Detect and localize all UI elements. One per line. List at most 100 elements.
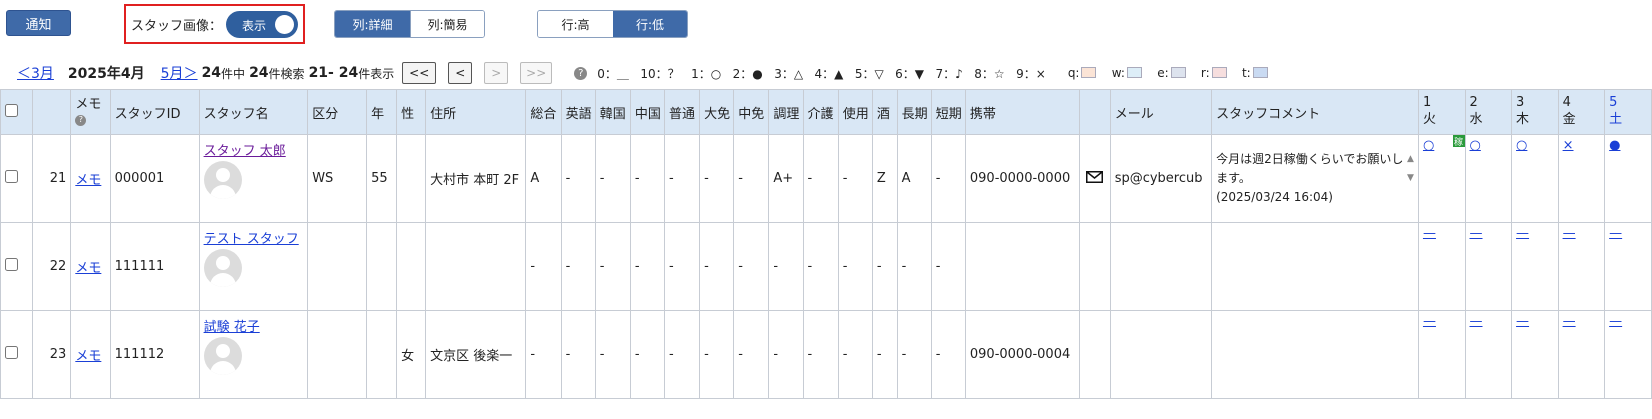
column-simple-button[interactable]: 列:簡易 [409, 11, 484, 37]
address: 文京区 後楽一 [425, 310, 527, 399]
memo-link[interactable]: メモ [75, 349, 101, 364]
memo-link[interactable]: メモ [75, 173, 101, 188]
day-status[interactable]: — [1563, 314, 1576, 329]
skill-value: - [594, 222, 631, 311]
skill-header: 調理 [768, 89, 804, 135]
skill-header: 介護 [802, 89, 839, 135]
day-cell[interactable]: × [1557, 134, 1606, 223]
skill-value: - [802, 134, 839, 223]
day-cell[interactable]: — [1511, 310, 1559, 399]
day-header-saturday: 5土 [1604, 89, 1652, 135]
memo-link[interactable]: メモ [75, 261, 101, 276]
mail [1109, 310, 1213, 399]
skill-value: - [837, 222, 873, 311]
day-status[interactable]: — [1470, 226, 1483, 241]
first-page-button[interactable]: << [402, 62, 437, 84]
day-status[interactable]: — [1470, 314, 1483, 329]
work-flag-icon: 稼 [1452, 135, 1465, 148]
skill-value: - [802, 222, 839, 311]
comment-scrollbar[interactable]: ▲ ▼ [1407, 150, 1414, 183]
day-status[interactable]: — [1563, 226, 1576, 241]
day-cell[interactable]: — [1417, 310, 1466, 399]
skill-value: - [896, 222, 932, 311]
mail-icon-header [1078, 89, 1111, 135]
day-status[interactable]: ● [1609, 138, 1620, 153]
skill-value: - [768, 310, 804, 399]
skill-value: - [663, 310, 701, 399]
help-icon[interactable]: ? [574, 66, 588, 80]
skill-value: - [930, 134, 966, 223]
row-select-cell [0, 310, 34, 399]
staff-image-toggle[interactable]: 表示 [226, 10, 299, 38]
comment-date: (2025/03/24 16:04) [1216, 190, 1333, 204]
row-checkbox[interactable] [5, 170, 18, 183]
day-status[interactable]: ○ [1423, 138, 1434, 153]
select-all-checkbox[interactable] [5, 103, 18, 117]
day-cell[interactable]: — [1557, 222, 1606, 311]
mail-header: メール [1109, 89, 1213, 135]
row-high-button[interactable]: 行:高 [538, 11, 613, 37]
color-legend-item: e: [1157, 66, 1186, 80]
day-status[interactable]: ○ [1516, 138, 1527, 153]
day-cell[interactable]: — [1604, 310, 1652, 399]
day-status[interactable]: — [1609, 226, 1622, 241]
legend-item: 10：？ [640, 66, 680, 81]
day-status[interactable]: — [1609, 314, 1622, 329]
day-cell[interactable]: ○ 稼 [1417, 134, 1466, 223]
next-month-link[interactable]: 5月＞ [161, 63, 198, 83]
day-cell[interactable]: — [1464, 222, 1513, 311]
mail-icon[interactable] [1086, 170, 1104, 183]
row-checkbox[interactable] [5, 258, 18, 271]
scroll-up-icon[interactable]: ▲ [1407, 150, 1414, 169]
sex-header: 性 [396, 89, 427, 135]
day-status[interactable]: ○ [1470, 138, 1481, 153]
next-page-button[interactable]: > [484, 62, 509, 84]
day-status[interactable]: × [1563, 138, 1574, 153]
day-cell[interactable]: — [1417, 222, 1466, 311]
day-cell[interactable]: — [1604, 222, 1652, 311]
day-status[interactable]: — [1423, 314, 1436, 329]
notify-button[interactable]: 通知 [6, 10, 71, 36]
skill-header: 短期 [930, 89, 966, 135]
day-status[interactable]: — [1423, 226, 1436, 241]
staff-image-toggle-label: 表示 [242, 18, 267, 33]
staff-name-cell: テスト スタッフ [198, 222, 309, 311]
skill-value: - [663, 222, 701, 311]
avatar [203, 337, 242, 375]
prev-page-button[interactable]: < [448, 62, 473, 84]
skill-value: A+ [768, 134, 804, 223]
day-header: 3木 [1511, 89, 1559, 135]
day-status[interactable]: — [1516, 314, 1529, 329]
age-header: 年 [366, 89, 398, 135]
day-cell[interactable]: — [1464, 310, 1513, 399]
row-low-button[interactable]: 行:低 [613, 11, 687, 37]
last-page-button[interactable]: >> [520, 62, 553, 84]
day-cell[interactable]: — [1557, 310, 1606, 399]
legend-item: 6：▼ [895, 66, 925, 81]
table-header-row: メモ? スタッフID スタッフ名 区分 年 性 住所 総合 英語 韓国 中国 普… [0, 89, 1652, 135]
row-mode-switch: 行:高 行:低 [537, 10, 688, 38]
column-detail-button[interactable]: 列:詳細 [335, 11, 410, 37]
day-cell[interactable]: ○ [1464, 134, 1513, 223]
staff-name-link[interactable]: 試験 花子 [204, 320, 260, 335]
prev-month-link[interactable]: ＜3月 [17, 63, 54, 83]
staff-id: 111112 [109, 310, 200, 399]
day-header: 1火 [1417, 89, 1466, 135]
staff-name-link[interactable]: テスト スタッフ [204, 232, 299, 247]
staff-name-link[interactable]: スタッフ 太郎 [204, 144, 286, 159]
address [425, 222, 527, 311]
skill-value: - [837, 310, 873, 399]
day-cell[interactable]: ● [1604, 134, 1652, 223]
scroll-down-icon[interactable]: ▼ [1407, 169, 1414, 188]
sex: 女 [396, 310, 427, 399]
skill-value: - [560, 134, 596, 223]
skill-header: 総合 [525, 89, 562, 135]
day-cell[interactable]: ○ [1511, 134, 1559, 223]
row-number: 23 [32, 310, 72, 399]
color-legend-item: r: [1201, 66, 1227, 80]
row-checkbox[interactable] [5, 346, 18, 359]
day-cell[interactable]: — [1511, 222, 1559, 311]
day-status[interactable]: — [1516, 226, 1529, 241]
help-icon[interactable]: ? [75, 114, 87, 126]
legend-item: 8：☆ [974, 66, 1005, 81]
